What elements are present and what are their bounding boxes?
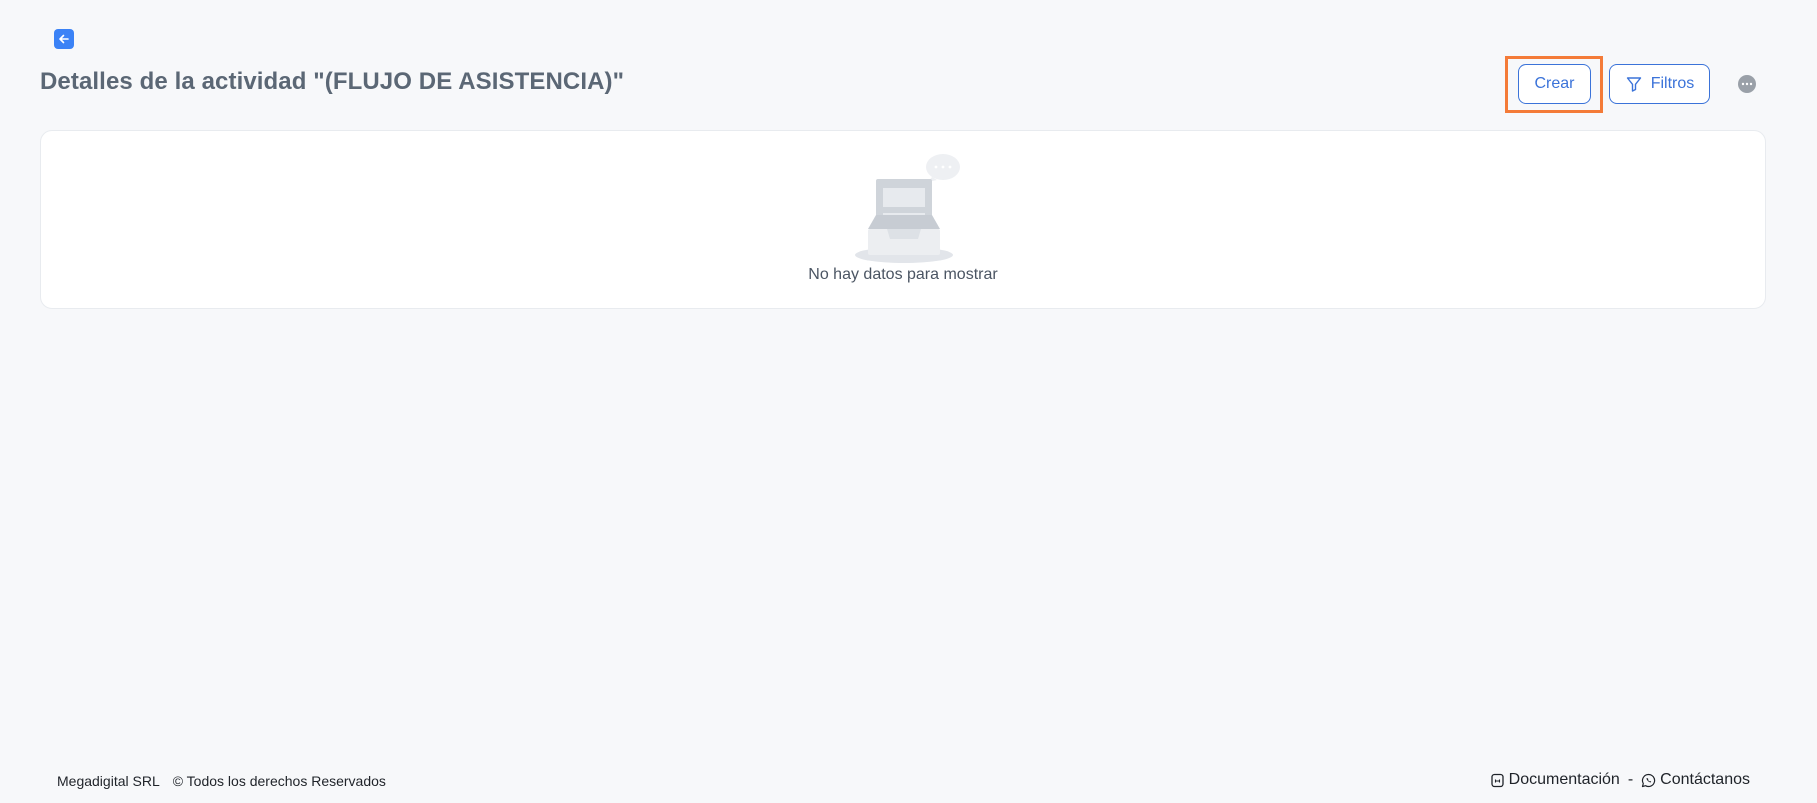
ellipsis-icon <box>1741 82 1753 86</box>
company-name: Megadigital SRL <box>57 773 160 789</box>
more-options-button[interactable] <box>1738 75 1756 93</box>
footer: Megadigital SRL © Todos los derechos Res… <box>0 770 1817 792</box>
footer-separator: - <box>1627 771 1634 788</box>
contact-label: Contáctanos <box>1660 771 1750 788</box>
footer-links: Documentación - Contáctanos <box>1490 771 1750 789</box>
documentation-link[interactable]: Documentación <box>1490 771 1620 789</box>
contact-link[interactable]: Contáctanos <box>1641 771 1750 789</box>
empty-state-message: No hay datos para mostrar <box>808 266 998 283</box>
filters-button[interactable]: Filtros <box>1609 64 1710 104</box>
whatsapp-icon <box>1642 773 1656 787</box>
page-title: Detalles de la actividad "(FLUJO DE ASIS… <box>40 68 625 95</box>
empty-state-card: No hay datos para mostrar <box>40 130 1766 309</box>
footer-left: Megadigital SRL © Todos los derechos Res… <box>57 773 386 789</box>
empty-inbox-icon <box>855 154 960 263</box>
documentation-label: Documentación <box>1508 771 1620 788</box>
copyright-text: © Todos los derechos Reservados <box>172 773 386 789</box>
create-button[interactable]: Crear <box>1518 64 1591 104</box>
filters-button-label: Filtros <box>1650 75 1695 92</box>
document-icon <box>1491 773 1504 787</box>
arrow-left-icon <box>59 34 69 44</box>
funnel-icon <box>1626 77 1641 92</box>
back-button[interactable] <box>54 29 74 49</box>
